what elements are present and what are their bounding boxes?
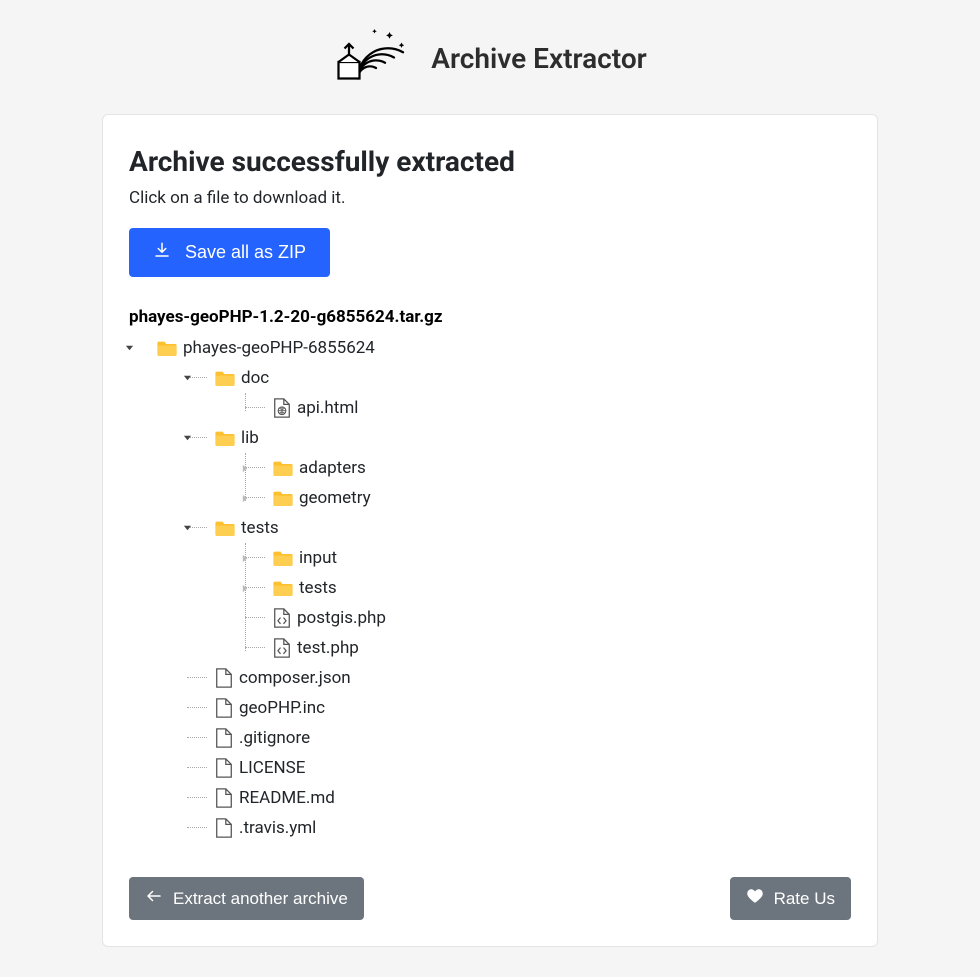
tree-folder[interactable]: phayes-geoPHP-6855624 bbox=[157, 333, 851, 363]
tree-label: LICENSE bbox=[239, 758, 305, 778]
file-code-icon bbox=[273, 638, 291, 658]
tree-folder[interactable]: tests bbox=[215, 513, 851, 543]
tree-file[interactable]: .gitignore bbox=[215, 723, 851, 753]
folder-icon bbox=[273, 460, 293, 476]
app-title: Archive Extractor bbox=[431, 42, 646, 75]
save-all-zip-button[interactable]: Save all as ZIP bbox=[129, 228, 330, 277]
folder-icon bbox=[273, 550, 293, 566]
folder-icon bbox=[215, 430, 235, 446]
page-title: Archive successfully extracted bbox=[129, 145, 851, 178]
file-tree: phayes-geoPHP-6855624 doc bbox=[129, 333, 851, 843]
tree-toggle[interactable] bbox=[180, 371, 194, 385]
folder-icon bbox=[215, 520, 235, 536]
tree-label: postgis.php bbox=[297, 608, 386, 628]
folder-icon bbox=[157, 340, 177, 356]
heart-icon bbox=[746, 887, 764, 910]
rate-us-label: Rate Us bbox=[774, 889, 835, 909]
extract-another-button[interactable]: Extract another archive bbox=[129, 877, 364, 920]
arrow-left-icon bbox=[145, 887, 163, 910]
tree-toggle[interactable] bbox=[180, 431, 194, 445]
folder-icon bbox=[273, 580, 293, 596]
tree-label: composer.json bbox=[239, 668, 351, 688]
extract-another-label: Extract another archive bbox=[173, 889, 348, 909]
tree-toggle[interactable] bbox=[238, 581, 252, 595]
tree-file[interactable]: api.html bbox=[273, 393, 851, 423]
tree-folder[interactable]: lib bbox=[215, 423, 851, 453]
download-icon bbox=[153, 241, 171, 264]
save-all-zip-label: Save all as ZIP bbox=[185, 242, 306, 263]
app-logo-icon bbox=[333, 26, 413, 90]
tree-label: tests bbox=[241, 518, 279, 538]
file-html-icon bbox=[273, 398, 291, 418]
tree-file[interactable]: README.md bbox=[215, 783, 851, 813]
tree-folder[interactable]: tests bbox=[273, 573, 851, 603]
archive-filename: phayes-geoPHP-1.2-20-g6855624.tar.gz bbox=[129, 307, 851, 327]
tree-label: geometry bbox=[299, 488, 371, 508]
page-subtitle: Click on a file to download it. bbox=[129, 188, 851, 208]
tree-toggle[interactable] bbox=[238, 551, 252, 565]
file-icon bbox=[215, 668, 233, 688]
tree-folder[interactable]: input bbox=[273, 543, 851, 573]
tree-label: geoPHP.inc bbox=[239, 698, 325, 718]
file-icon bbox=[215, 728, 233, 748]
tree-toggle[interactable] bbox=[122, 341, 136, 355]
tree-file[interactable]: postgis.php bbox=[273, 603, 851, 633]
tree-file[interactable]: LICENSE bbox=[215, 753, 851, 783]
file-icon bbox=[215, 818, 233, 838]
tree-label: tests bbox=[299, 578, 337, 598]
tree-label: api.html bbox=[297, 398, 358, 418]
tree-folder[interactable]: geometry bbox=[273, 483, 851, 513]
folder-icon bbox=[273, 490, 293, 506]
tree-label: README.md bbox=[239, 788, 335, 808]
tree-label: .gitignore bbox=[239, 728, 310, 748]
tree-folder[interactable]: adapters bbox=[273, 453, 851, 483]
tree-label: .travis.yml bbox=[239, 818, 316, 838]
folder-icon bbox=[215, 370, 235, 386]
tree-label: test.php bbox=[297, 638, 359, 658]
tree-toggle[interactable] bbox=[238, 491, 252, 505]
tree-folder[interactable]: doc bbox=[215, 363, 851, 393]
tree-file[interactable]: test.php bbox=[273, 633, 851, 663]
tree-toggle[interactable] bbox=[180, 521, 194, 535]
tree-label: phayes-geoPHP-6855624 bbox=[183, 338, 375, 358]
result-card: Archive successfully extracted Click on … bbox=[102, 114, 878, 947]
tree-toggle[interactable] bbox=[238, 461, 252, 475]
tree-label: input bbox=[299, 548, 337, 568]
file-icon bbox=[215, 698, 233, 718]
file-icon bbox=[215, 788, 233, 808]
tree-label: lib bbox=[241, 428, 259, 448]
tree-label: adapters bbox=[299, 458, 366, 478]
tree-file[interactable]: geoPHP.inc bbox=[215, 693, 851, 723]
tree-file[interactable]: composer.json bbox=[215, 663, 851, 693]
app-header: Archive Extractor bbox=[0, 0, 980, 114]
file-icon bbox=[215, 758, 233, 778]
rate-us-button[interactable]: Rate Us bbox=[730, 877, 851, 920]
tree-label: doc bbox=[241, 368, 269, 388]
tree-file[interactable]: .travis.yml bbox=[215, 813, 851, 843]
file-code-icon bbox=[273, 608, 291, 628]
